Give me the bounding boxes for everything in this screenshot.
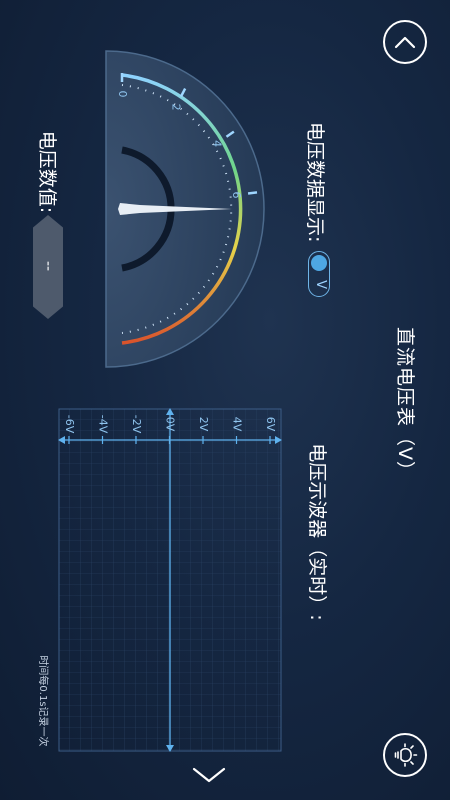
light-button[interactable]: [383, 733, 427, 777]
gauge-major-tick: [247, 191, 258, 195]
display-label: 电压数据显示:: [304, 122, 326, 243]
scope-footer: 时间每0.1s记录一次: [37, 655, 48, 747]
gauge-tick-label: 0: [116, 91, 129, 98]
scope-tick-label: -2V: [130, 415, 143, 434]
collapse-button[interactable]: [383, 20, 427, 64]
scope-tick-label: 6V: [264, 417, 277, 432]
toggle-knob: [311, 255, 327, 271]
bulb-icon: [394, 743, 418, 767]
scope-title: 电压示波器（实时）:: [306, 443, 328, 621]
voltage-gauge: -6-4-20246: [105, 50, 265, 368]
scope-tick-label: 0V: [164, 417, 177, 432]
unit-toggle[interactable]: V: [308, 251, 330, 297]
scope-tick-label: 4V: [231, 417, 244, 432]
value-label: 电压数值:: [36, 130, 58, 214]
gauge-tick-label: 4: [211, 140, 224, 147]
page-title: 直流电压表（V）: [394, 327, 416, 481]
scope-tick-label: -4V: [97, 415, 110, 434]
gauge-tick-label: 6: [230, 191, 243, 198]
scope-tick-label: -6V: [63, 415, 76, 434]
chevron-up-icon: [394, 36, 416, 49]
chevron-down-icon[interactable]: [191, 766, 227, 784]
toggle-unit-label: V: [313, 280, 328, 289]
gauge-tick-label: 2: [169, 104, 182, 111]
scope-grid: 6V 4V 2V 0V -2V -4V -6V: [58, 408, 282, 752]
value-display: --: [40, 260, 56, 272]
scope-tick-label: 2V: [197, 417, 210, 432]
